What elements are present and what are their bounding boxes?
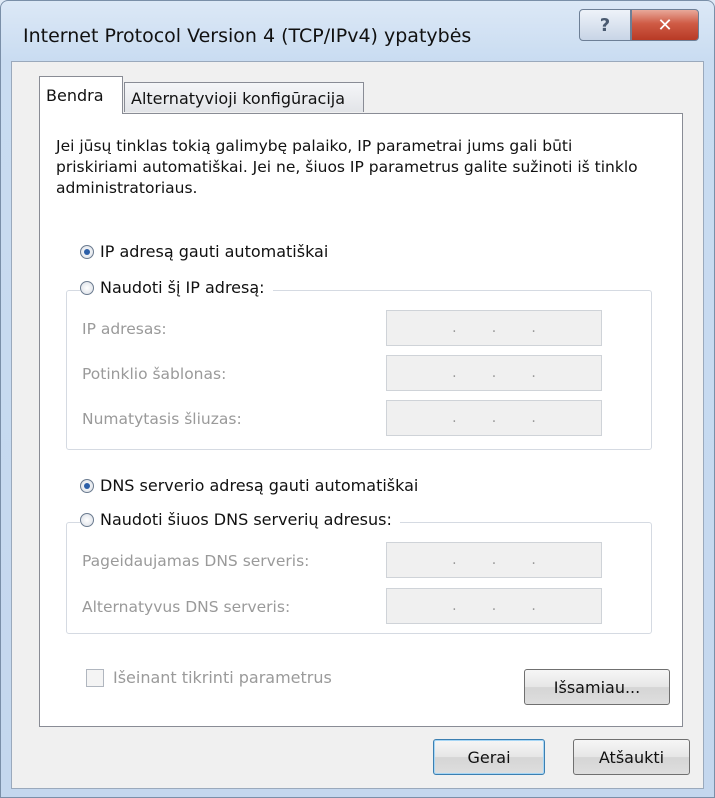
dns-auto-radio[interactable]: [80, 478, 94, 493]
ok-button[interactable]: Gerai: [433, 739, 545, 775]
dns-auto-label: DNS serverio adresą gauti automatiškai: [100, 476, 419, 495]
subnet-mask-label: Potinklio šablonas:: [82, 365, 227, 383]
preferred-dns-label: Pageidaujamas DNS serveris:: [82, 552, 310, 570]
tab-alternate-configuration[interactable]: Alternatyvioji konfigūracija: [124, 82, 364, 112]
dns-auto-option[interactable]: DNS serverio adresą gauti automatiškai: [80, 476, 427, 495]
dialog-window: Internet Protocol Version 4 (TCP/IPv4) y…: [0, 0, 715, 798]
validate-on-exit-option: Išeinant tikrinti parametrus: [86, 668, 332, 687]
cancel-button[interactable]: Atšaukti: [573, 739, 690, 775]
octet-separator: .: [452, 552, 457, 568]
advanced-button[interactable]: Išsamiau...: [524, 669, 670, 705]
ip-auto-radio[interactable]: [80, 244, 94, 259]
octet-separator: .: [491, 365, 497, 381]
octet-separator: .: [531, 552, 536, 568]
ip-auto-option[interactable]: IP adresą gauti automatiškai: [80, 242, 337, 261]
alternate-dns-label: Alternatyvus DNS serveris:: [82, 598, 291, 616]
validate-on-exit-label: Išeinant tikrinti parametrus: [113, 668, 332, 687]
help-icon: ?: [599, 14, 611, 36]
description-text: Jei jūsų tinklas tokią galimybę palaiko,…: [56, 137, 638, 197]
ip-address-label: IP adresas:: [82, 320, 167, 338]
octet-separator: .: [452, 410, 457, 426]
close-icon: ✕: [657, 14, 673, 36]
octet-separator: .: [531, 598, 536, 614]
ip-address-input: ...: [386, 310, 602, 346]
tab-panel-general: Jei jūsų tinklas tokią galimybę palaiko,…: [39, 113, 683, 727]
preferred-dns-input: ...: [386, 542, 602, 578]
octet-separator: .: [452, 598, 457, 614]
dialog-title: Internet Protocol Version 4 (TCP/IPv4) y…: [23, 25, 472, 47]
dns-manual-option[interactable]: Naudoti šiuos DNS serverių adresus:: [80, 510, 400, 529]
dns-manual-radio[interactable]: [80, 512, 94, 527]
validate-on-exit-checkbox: [86, 668, 104, 687]
octet-separator: .: [531, 410, 536, 426]
close-button[interactable]: ✕: [631, 9, 699, 41]
octet-separator: .: [491, 598, 497, 614]
octet-separator: .: [491, 320, 497, 336]
octet-separator: .: [531, 365, 536, 381]
ip-manual-radio[interactable]: [80, 280, 94, 295]
alternate-dns-input: ...: [386, 588, 602, 624]
octet-separator: .: [491, 552, 497, 568]
ip-manual-option[interactable]: Naudoti šį IP adresą:: [80, 278, 273, 297]
octet-separator: .: [452, 320, 457, 336]
ip-manual-label: Naudoti šį IP adresą:: [100, 278, 265, 297]
default-gateway-label: Numatytasis šliuzas:: [82, 410, 242, 428]
title-bar[interactable]: Internet Protocol Version 4 (TCP/IPv4) y…: [1, 1, 714, 65]
default-gateway-input: ...: [386, 400, 602, 436]
octet-separator: .: [491, 410, 497, 426]
tab-general[interactable]: Bendra: [39, 76, 123, 114]
subnet-mask-input: ...: [386, 355, 602, 391]
dns-manual-label: Naudoti šiuos DNS serverių adresus:: [100, 510, 392, 529]
dialog-client-area: Bendra Alternatyvioji konfigūracija Jei …: [11, 61, 704, 789]
octet-separator: .: [531, 320, 536, 336]
ip-auto-label: IP adresą gauti automatiškai: [100, 242, 329, 261]
help-button[interactable]: ?: [579, 9, 631, 41]
octet-separator: .: [452, 365, 457, 381]
